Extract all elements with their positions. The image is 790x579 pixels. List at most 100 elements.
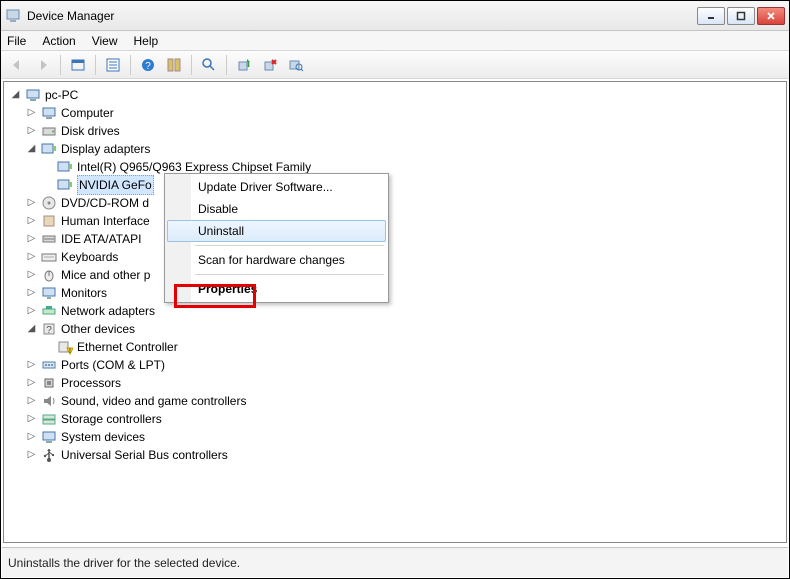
forward-button[interactable] <box>31 54 55 76</box>
display-adapter-icon <box>57 177 73 193</box>
device-tree-panel[interactable]: ◢ pc-PC ▷ Computer ▷ Disk drives ◢ Displ… <box>3 81 787 543</box>
scan-button[interactable] <box>284 54 308 76</box>
tree-label: NVIDIA GeFo <box>77 175 154 195</box>
tree-label: Monitors <box>61 284 107 302</box>
expand-icon[interactable]: ▷ <box>26 252 37 263</box>
tree-item-disk-drives[interactable]: ▷ Disk drives <box>10 122 786 140</box>
tree-item-display-adapters[interactable]: ◢ Display adapters <box>10 140 786 158</box>
status-text: Uninstalls the driver for the selected d… <box>8 556 240 570</box>
tree-label: Computer <box>61 104 114 122</box>
ports-icon <box>41 357 57 373</box>
expand-icon[interactable]: ▷ <box>26 396 37 407</box>
expand-icon[interactable]: ▷ <box>26 234 37 245</box>
collapse-icon[interactable]: ◢ <box>26 144 37 155</box>
tree-item-processors[interactable]: ▷ Processors <box>10 374 786 392</box>
expand-icon[interactable]: ▷ <box>26 450 37 461</box>
expand-icon[interactable]: ▷ <box>26 360 37 371</box>
collapse-icon[interactable]: ◢ <box>10 90 21 101</box>
tree-label: Sound, video and game controllers <box>61 392 246 410</box>
tree-item-ports[interactable]: ▷ Ports (COM & LPT) <box>10 356 786 374</box>
tree-label: IDE ATA/ATAPI <box>61 230 141 248</box>
computer-icon <box>25 87 41 103</box>
tree-label: Keyboards <box>61 248 118 266</box>
maximize-button[interactable] <box>727 7 755 25</box>
cpu-icon <box>41 375 57 391</box>
menu-file[interactable]: File <box>7 34 26 48</box>
menu-action[interactable]: Action <box>42 34 75 48</box>
tree-label: Network adapters <box>61 302 155 320</box>
tree-item-network[interactable]: ▷ Network adapters <box>10 302 786 320</box>
tree-label: Storage controllers <box>61 410 162 428</box>
status-bar: Uninstalls the driver for the selected d… <box>2 547 788 577</box>
window-controls <box>697 7 785 25</box>
dvd-icon <box>41 195 57 211</box>
tree-item-other-devices[interactable]: ◢ ? Other devices <box>10 320 786 338</box>
expand-icon[interactable]: ▷ <box>26 414 37 425</box>
network-icon <box>41 303 57 319</box>
tree-item-usb[interactable]: ▷ Universal Serial Bus controllers <box>10 446 786 464</box>
ctx-disable[interactable]: Disable <box>167 198 386 220</box>
properties-button[interactable] <box>101 54 125 76</box>
ctx-separator <box>195 245 384 246</box>
tree-label: Ethernet Controller <box>77 338 178 356</box>
tree-item-system[interactable]: ▷ System devices <box>10 428 786 446</box>
expand-icon[interactable]: ▷ <box>26 270 37 281</box>
tree-label: Processors <box>61 374 121 392</box>
ctx-scan[interactable]: Scan for hardware changes <box>167 249 386 271</box>
tree-item-mice[interactable]: ▷ Mice and other p <box>10 266 786 284</box>
tree-item-hid[interactable]: ▷ Human Interface <box>10 212 786 230</box>
tree-item-sound[interactable]: ▷ Sound, video and game controllers <box>10 392 786 410</box>
update-driver-button[interactable] <box>232 54 256 76</box>
svg-text:!: ! <box>69 348 71 355</box>
tree-item-monitors[interactable]: ▷ Monitors <box>10 284 786 302</box>
expand-icon[interactable]: ▷ <box>26 432 37 443</box>
show-hidden-button[interactable] <box>66 54 90 76</box>
ide-icon <box>41 231 57 247</box>
expand-icon[interactable]: ▷ <box>26 288 37 299</box>
expand-icon[interactable]: ▷ <box>26 216 37 227</box>
expand-icon[interactable]: ▷ <box>26 108 37 119</box>
expand-icon[interactable]: ▷ <box>26 198 37 209</box>
storage-icon <box>41 411 57 427</box>
window-title: Device Manager <box>27 9 697 23</box>
keyboard-icon <box>41 249 57 265</box>
menu-help[interactable]: Help <box>134 34 159 48</box>
disk-icon <box>41 123 57 139</box>
tree-item-computer[interactable]: ▷ Computer <box>10 104 786 122</box>
tree-label: System devices <box>61 428 145 446</box>
system-icon <box>41 429 57 445</box>
close-button[interactable] <box>757 7 785 25</box>
tree-label: Ports (COM & LPT) <box>61 356 165 374</box>
tree-item-intel-adapter[interactable]: ▷ Intel(R) Q965/Q963 Express Chipset Fam… <box>10 158 786 176</box>
menu-view[interactable]: View <box>92 34 118 48</box>
tree-label: DVD/CD-ROM d <box>61 194 149 212</box>
ctx-update-driver[interactable]: Update Driver Software... <box>167 176 386 198</box>
help-button[interactable]: ? <box>136 54 160 76</box>
uninstall-button[interactable] <box>258 54 282 76</box>
expand-icon[interactable]: ▷ <box>26 378 37 389</box>
tree-label: Display adapters <box>61 140 150 158</box>
expand-icon[interactable]: ▷ <box>26 126 37 137</box>
display-adapter-icon <box>41 141 57 157</box>
device-tree: ◢ pc-PC ▷ Computer ▷ Disk drives ◢ Displ… <box>4 82 786 468</box>
options-button[interactable] <box>162 54 186 76</box>
tree-item-ide[interactable]: ▷ IDE ATA/ATAPI <box>10 230 786 248</box>
app-icon <box>5 8 21 24</box>
back-button[interactable] <box>5 54 29 76</box>
ctx-separator <box>195 274 384 275</box>
context-menu: Update Driver Software... Disable Uninst… <box>164 173 389 303</box>
tree-item-dvd[interactable]: ▷ DVD/CD-ROM d <box>10 194 786 212</box>
tree-item-ethernet-controller[interactable]: ▷ ! Ethernet Controller <box>10 338 786 356</box>
expand-icon[interactable]: ▷ <box>26 306 37 317</box>
ctx-properties[interactable]: Properties <box>167 278 386 300</box>
other-devices-icon: ? <box>41 321 57 337</box>
minimize-button[interactable] <box>697 7 725 25</box>
tree-item-keyboards[interactable]: ▷ Keyboards <box>10 248 786 266</box>
ctx-uninstall[interactable]: Uninstall <box>167 220 386 242</box>
tree-label: Mice and other p <box>61 266 150 284</box>
find-button[interactable] <box>197 54 221 76</box>
tree-item-nvidia-adapter[interactable]: ▷ NVIDIA GeFo <box>10 176 786 194</box>
collapse-icon[interactable]: ◢ <box>26 324 37 335</box>
tree-root[interactable]: ◢ pc-PC <box>10 86 786 104</box>
tree-item-storage[interactable]: ▷ Storage controllers <box>10 410 786 428</box>
